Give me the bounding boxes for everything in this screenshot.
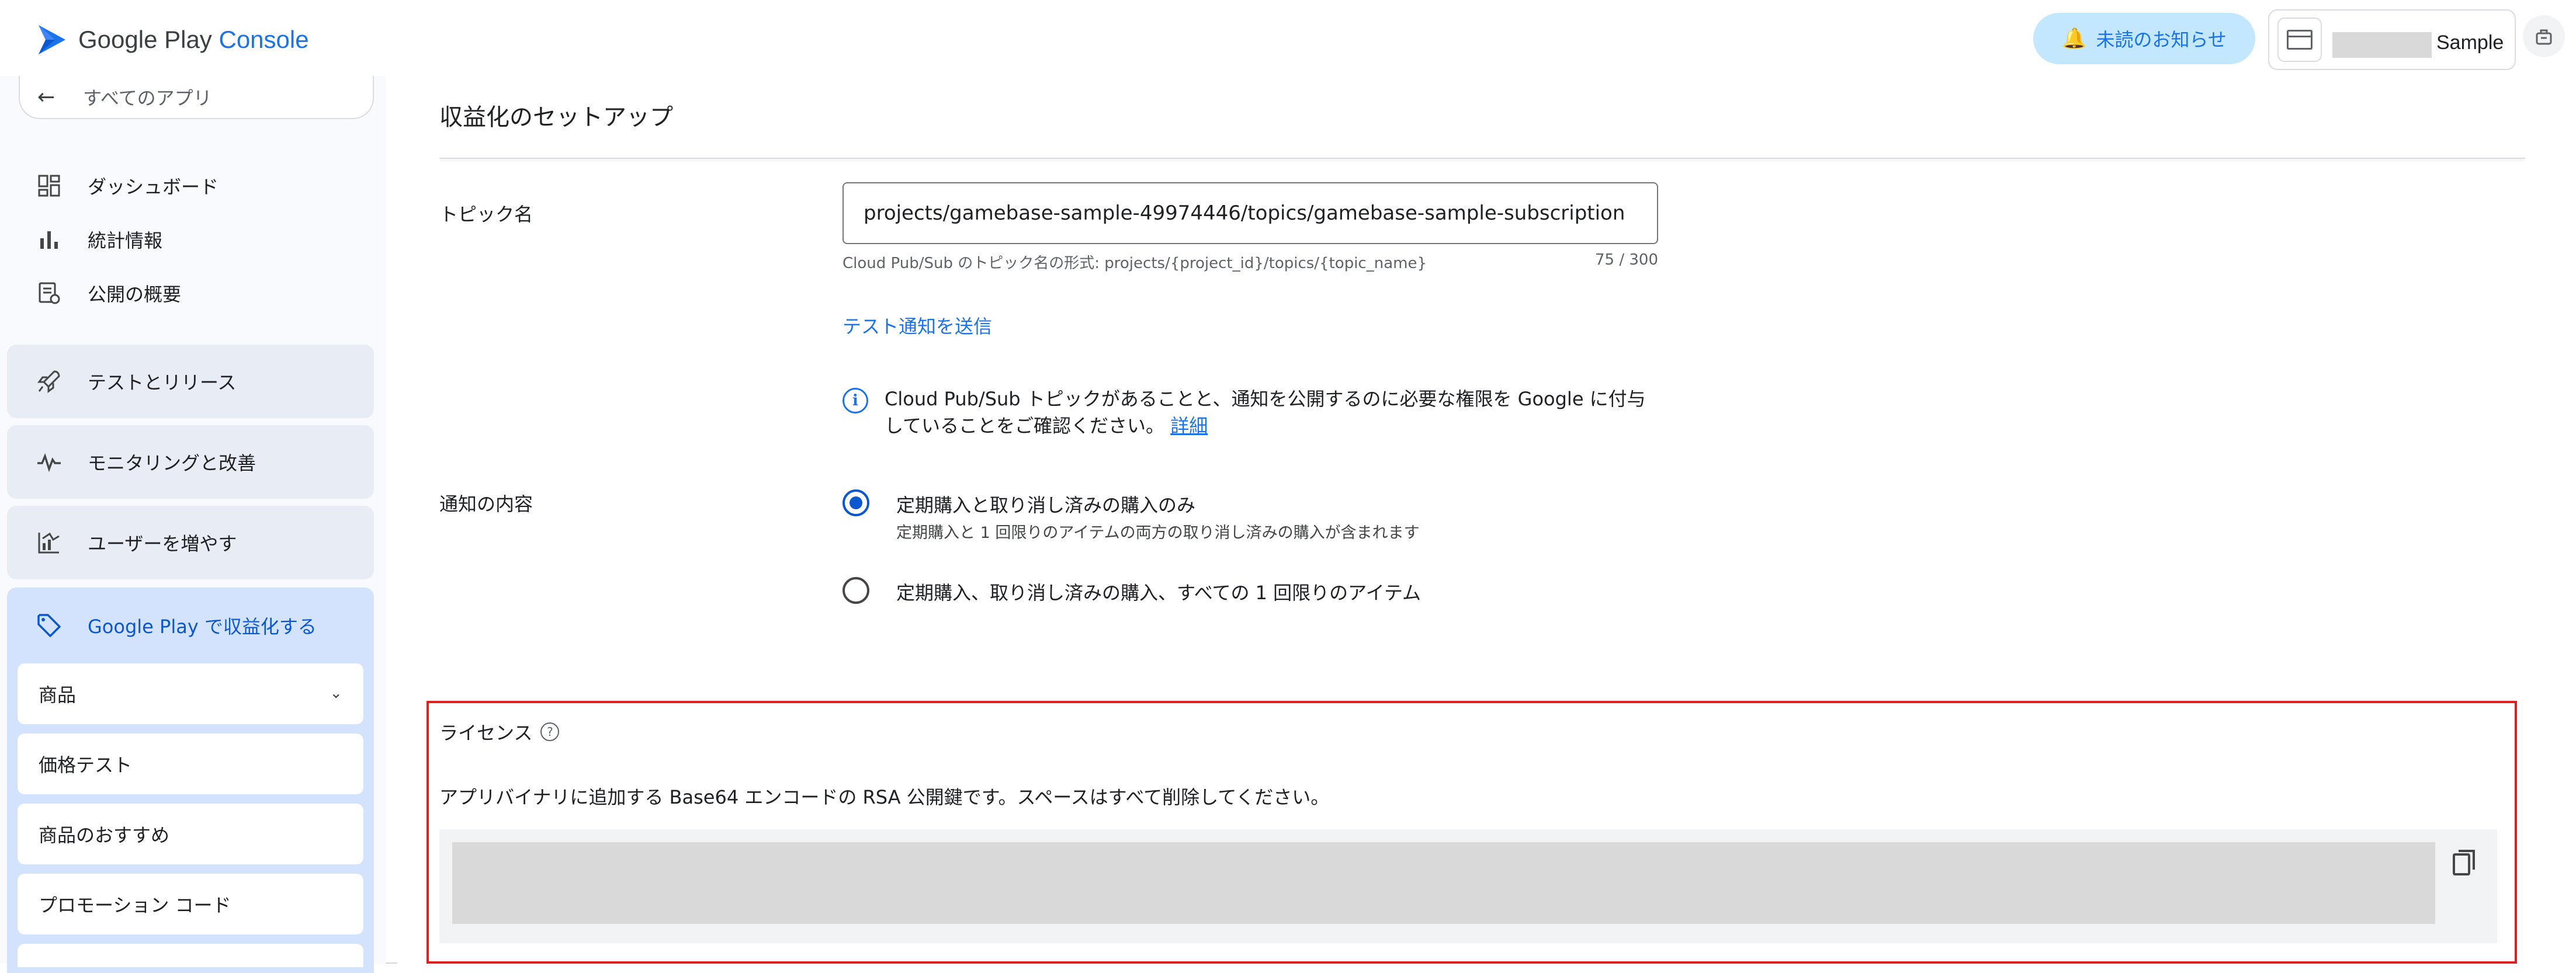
radio-subscriptions-and-voided[interactable] (843, 489, 869, 516)
sidebar-subitem-price-experiments[interactable]: 価格テスト (18, 734, 363, 794)
account-name: Sample (2436, 32, 2504, 54)
app-switcher-icon[interactable] (2523, 15, 2565, 57)
tag-icon (35, 613, 63, 638)
sidebar-group-grow-users[interactable]: ユーザーを増やす (7, 506, 374, 579)
sidebar-subitem-label: 商品のおすすめ (39, 824, 170, 846)
sidebar-subitem-label: プロモーション コード (39, 894, 231, 916)
sidebar-item-label: ダッシュボード (88, 176, 219, 198)
section-divider (439, 158, 2525, 159)
bar-chart-icon (35, 228, 63, 251)
logo-product: Console (219, 26, 309, 53)
sidebar-subitem-label: 価格テスト (39, 754, 133, 776)
all-apps-back-button[interactable]: ← すべてのアプリ (19, 76, 374, 119)
sidebar-item-dashboard[interactable]: ダッシュボード (35, 168, 219, 203)
growth-icon (35, 530, 63, 555)
sidebar-item-publishing-overview[interactable]: 公開の概要 (35, 276, 181, 311)
topic-name-label: トピック名 (439, 203, 533, 225)
account-card-icon (2277, 18, 2322, 62)
sidebar-group-monitor-and-improve[interactable]: モニタリングと改善 (7, 425, 374, 499)
sidebar-group-label: Google Play で収益化する (88, 616, 317, 638)
sidebar-group-label: テストとリリース (88, 371, 237, 394)
dashboard-icon (35, 174, 63, 197)
all-apps-label: すべてのアプリ (83, 87, 212, 109)
sidebar-group-label: モニタリングと改善 (88, 452, 256, 474)
sidebar-subitem-label: 商品 (39, 684, 77, 706)
license-title: ライセンス ? (439, 718, 560, 745)
license-title-text: ライセンス (439, 722, 533, 744)
pubsub-info-text: Cloud Pub/Sub トピックがあることと、通知を公開するのに必要な権限を… (885, 385, 1662, 439)
sidebar-item-label: 統計情報 (88, 230, 163, 252)
sidebar-group-test-and-release[interactable]: テストとリリース (7, 345, 374, 418)
sidebar-subitem-next[interactable] (18, 944, 363, 967)
learn-more-link[interactable]: 詳細 (1170, 415, 1208, 437)
license-key-box (439, 829, 2497, 943)
pulse-icon (35, 450, 63, 474)
logo-text: Google Play Console (78, 26, 309, 54)
play-logo-icon (39, 25, 65, 54)
radio-option-label: 定期購入と取り消し済みの購入のみ (896, 494, 1196, 516)
redacted-license-key (452, 842, 2435, 924)
rocket-icon (35, 369, 63, 394)
sidebar-group-label: ユーザーを増やす (88, 533, 237, 555)
sidebar-item-label: 公開の概要 (88, 283, 182, 305)
section-title: 収益化のセットアップ (439, 104, 673, 131)
radio-subscriptions-voided-and-all-one-time[interactable] (843, 577, 869, 604)
sidebar-subitem-promo-codes[interactable]: プロモーション コード (18, 874, 363, 934)
sidebar-item-statistics[interactable]: 統計情報 (35, 222, 162, 257)
character-counter: 75 / 300 (1595, 251, 1658, 269)
google-play-console-logo[interactable]: Google Play Console (35, 21, 309, 58)
topic-name-helper: Cloud Pub/Sub のトピック名の形式: projects/{proje… (843, 251, 1658, 273)
topic-format-hint: Cloud Pub/Sub のトピック名の形式: projects/{proje… (843, 255, 1427, 272)
license-description: アプリバイナリに追加する Base64 エンコードの RSA 公開鍵です。スペー… (439, 786, 1330, 808)
send-test-notification-link[interactable]: テスト通知を送信 (843, 312, 992, 339)
topic-name-input[interactable] (843, 182, 1658, 244)
sidebar-group-monetize: Google Play で収益化する 商品 ⌄ 価格テスト 商品のおすすめ プロ… (7, 588, 374, 973)
chevron-down-icon: ⌄ (330, 684, 342, 702)
main-content: 収益化のセットアップ トピック名 Cloud Pub/Sub のトピック名の形式… (397, 76, 2576, 964)
redacted-account-id (2332, 32, 2432, 58)
notification-content-label: 通知の内容 (439, 493, 533, 515)
publishing-icon (35, 282, 63, 305)
pubsub-info-message: Cloud Pub/Sub トピックがあることと、通知を公開するのに必要な権限を… (885, 388, 1646, 437)
developer-account-chip[interactable]: Sample (2268, 9, 2516, 70)
logo-brand: Google Play (78, 26, 212, 53)
sidebar: ← すべてのアプリ ダッシュボード 統計情報 公開の概要 テストとリリース モニ… (0, 76, 386, 973)
sidebar-group-monetize-header[interactable]: Google Play で収益化する (7, 599, 317, 652)
unread-notifications-button[interactable]: 🔔 未読のお知らせ (2033, 13, 2255, 64)
bell-icon: 🔔 (2062, 27, 2087, 50)
sidebar-subitem-product-recommendations[interactable]: 商品のおすすめ (18, 804, 363, 864)
radio-option-label: 定期購入、取り消し済みの購入、すべての 1 回限りのアイテム (896, 582, 1421, 604)
copy-icon[interactable] (2448, 847, 2481, 880)
info-icon: i (843, 388, 868, 413)
help-icon[interactable]: ? (540, 722, 560, 741)
top-bar: Google Play Console 🔔 未読のお知らせ Sample (0, 0, 2576, 76)
sidebar-subitem-products[interactable]: 商品 ⌄ (18, 663, 363, 724)
radio-option-description: 定期購入と 1 回限りのアイテムの両方の取り消し済みの購入が含まれます (896, 524, 1420, 542)
back-arrow-icon: ← (37, 85, 56, 109)
notifications-label: 未読のお知らせ (2096, 29, 2227, 51)
